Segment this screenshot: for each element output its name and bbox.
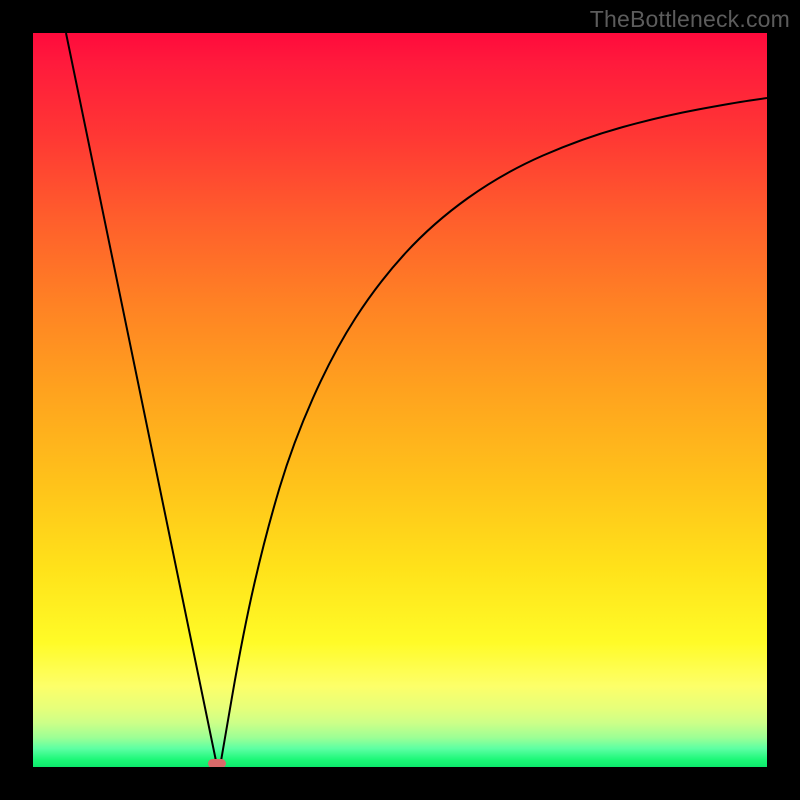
bottleneck-curve [33,33,767,767]
bottleneck-marker [208,759,226,767]
watermark-text: TheBottleneck.com [590,6,790,33]
chart-frame [33,33,767,767]
curve-path [66,33,767,761]
